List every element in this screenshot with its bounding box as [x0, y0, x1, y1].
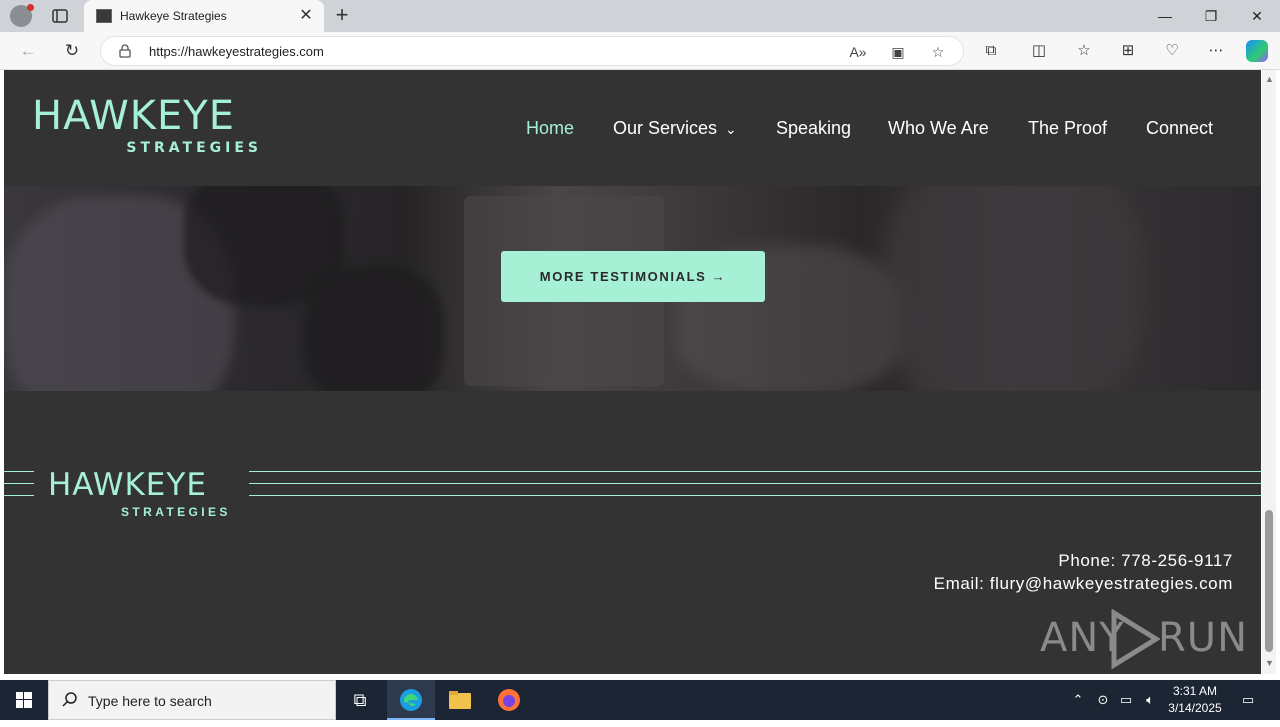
- site-favicon-icon: [96, 9, 112, 23]
- new-tab-button[interactable]: +: [330, 4, 354, 28]
- browser-tab[interactable]: Hawkeye Strategies ✕: [84, 0, 324, 32]
- close-window-button[interactable]: ✕: [1234, 0, 1280, 32]
- scroll-down-icon[interactable]: ▼: [1265, 658, 1274, 668]
- meet-now-icon[interactable]: ⊙: [1093, 680, 1113, 720]
- scroll-up-icon[interactable]: ▲: [1265, 74, 1274, 84]
- chevron-down-icon: ⌄: [725, 121, 737, 137]
- search-placeholder: Type here to search: [88, 693, 212, 709]
- restore-button[interactable]: ❐: [1188, 0, 1234, 32]
- minimize-button[interactable]: —: [1142, 0, 1188, 32]
- system-clock[interactable]: 3:31 AM 3/14/2025: [1160, 683, 1230, 717]
- tab-close-icon[interactable]: ✕: [296, 6, 316, 26]
- tab-title: Hawkeye Strategies: [120, 9, 227, 23]
- page-viewport: HAWKEYE STRATEGIES Home Our Services ⌄ Sp…: [0, 70, 1280, 680]
- logo-sub-text: STRATEGIES: [126, 140, 262, 156]
- site-header: HAWKEYE STRATEGIES Home Our Services ⌄ Sp…: [4, 70, 1261, 186]
- split-screen-icon[interactable]: ◫: [1029, 41, 1049, 61]
- browser-tab-bar: Hawkeye Strategies ✕ + — ❐ ✕: [0, 0, 1280, 32]
- play-triangle-icon: [1111, 609, 1160, 669]
- firefox-icon[interactable]: [485, 680, 533, 720]
- browser-toolbar: ← ↻ https://hawkeyestrategies.com A» ▣ ☆…: [0, 32, 1280, 70]
- page-scrollbar[interactable]: ▲ ▼: [1262, 70, 1276, 674]
- more-menu-icon[interactable]: ⋯: [1206, 41, 1226, 61]
- nav-who-we-are[interactable]: Who We Are: [888, 118, 989, 139]
- refresh-icon[interactable]: ↻: [61, 40, 83, 62]
- more-testimonials-button[interactable]: MORE TESTIMONIALS →: [501, 251, 765, 302]
- task-view-icon[interactable]: ⧉: [336, 680, 384, 720]
- footer-logo[interactable]: HAWKEYE STRATEGIES: [34, 461, 249, 525]
- nav-our-services[interactable]: Our Services ⌄: [613, 118, 737, 139]
- address-bar[interactable]: https://hawkeyestrategies.com A» ▣ ☆: [100, 36, 964, 66]
- nav-the-proof[interactable]: The Proof: [1028, 118, 1107, 139]
- profile-avatar-icon[interactable]: [10, 4, 34, 27]
- browser-essentials-icon[interactable]: ♡: [1162, 41, 1182, 61]
- show-hidden-icons-chevron-icon[interactable]: ⌃: [1068, 680, 1088, 720]
- footer-phone[interactable]: Phone: 778-256-9117: [1058, 551, 1233, 571]
- lock-icon[interactable]: [119, 44, 131, 58]
- logo-main-text: HAWKEYE: [32, 93, 236, 139]
- site-logo[interactable]: HAWKEYE STRATEGIES: [32, 96, 262, 160]
- hero-photo-shape: [884, 186, 1144, 391]
- nav-home[interactable]: Home: [526, 118, 574, 139]
- url-text[interactable]: https://hawkeyestrategies.com: [149, 44, 324, 59]
- favorites-icon[interactable]: ☆: [1074, 41, 1094, 61]
- extensions-icon[interactable]: ⧉: [981, 41, 1001, 61]
- copilot-icon[interactable]: [1246, 40, 1268, 62]
- taskbar-search-box[interactable]: Type here to search: [48, 680, 336, 720]
- immersive-reader-icon[interactable]: ▣: [889, 43, 907, 61]
- collections-icon[interactable]: ⊞: [1118, 41, 1138, 61]
- search-icon: [61, 691, 79, 709]
- notifications-icon[interactable]: ▭: [1236, 680, 1260, 720]
- testimonials-hero-image: MORE TESTIMONIALS →: [4, 186, 1261, 391]
- network-icon[interactable]: ▭: [1116, 680, 1136, 720]
- read-aloud-icon[interactable]: A»: [849, 43, 867, 61]
- volume-icon[interactable]: 🔈︎: [1140, 680, 1160, 720]
- clock-date: 3/14/2025: [1168, 701, 1222, 715]
- tab-actions-icon[interactable]: [50, 6, 70, 26]
- footer-email[interactable]: Email: flury@hawkeyestrategies.com: [934, 574, 1233, 594]
- website: HAWKEYE STRATEGIES Home Our Services ⌄ Sp…: [4, 70, 1261, 674]
- nav-our-services-label: Our Services: [613, 118, 718, 138]
- file-explorer-icon[interactable]: [436, 680, 484, 720]
- clock-time: 3:31 AM: [1172, 684, 1218, 698]
- footer-logo-main-text: HAWKEYE: [48, 467, 207, 503]
- scrollbar-thumb[interactable]: [1265, 510, 1273, 652]
- windows-taskbar: Type here to search ⧉ ⌃ ⊙ ▭ 🔈︎ 3:31 AM 3…: [0, 680, 1280, 720]
- edge-browser-icon[interactable]: [387, 680, 435, 720]
- watermark-text-right: RUN: [1158, 615, 1248, 661]
- back-arrow-icon[interactable]: ←: [17, 40, 39, 62]
- nav-connect[interactable]: Connect: [1146, 118, 1213, 139]
- windows-start-icon[interactable]: [0, 680, 48, 720]
- favorite-star-icon[interactable]: ☆: [929, 43, 947, 61]
- footer-logo-sub-text: STRATEGIES: [121, 505, 231, 519]
- hero-photo-shape: [304, 266, 444, 391]
- nav-speaking[interactable]: Speaking: [776, 118, 851, 139]
- anyrun-watermark: ANY RUN: [1040, 607, 1247, 671]
